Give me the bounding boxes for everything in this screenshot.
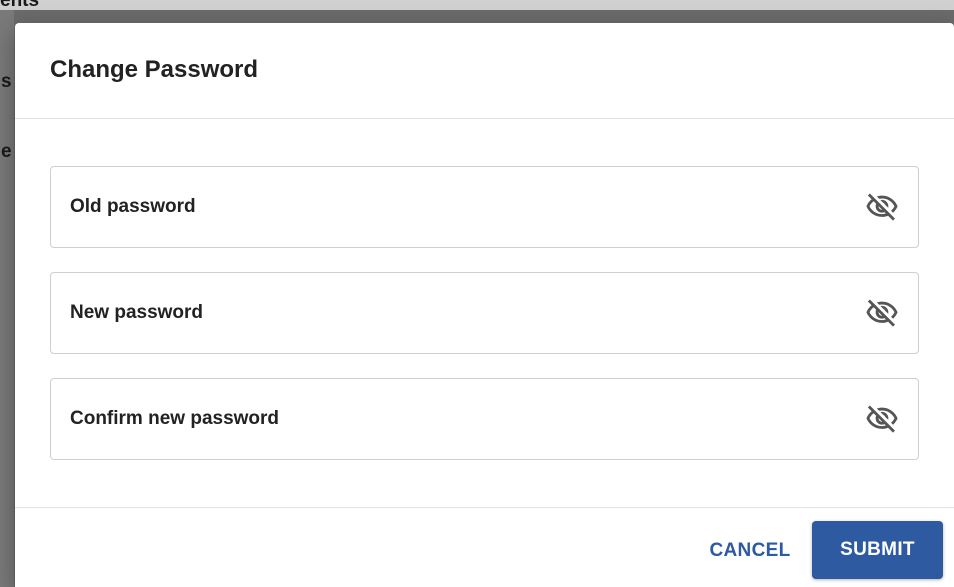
background-text-fragment: s: [1, 71, 12, 92]
eye-off-icon: [866, 299, 898, 327]
dialog-footer: CANCEL SUBMIT: [15, 507, 954, 587]
background-sidebar: [0, 10, 14, 587]
dialog-header: Change Password: [15, 23, 954, 119]
toggle-new-password-visibility-button[interactable]: [862, 293, 902, 333]
change-password-dialog: Change Password Old password New passwor…: [15, 23, 954, 587]
background-text-fragment: ents: [0, 0, 40, 11]
old-password-field[interactable]: Old password: [50, 166, 919, 248]
eye-off-icon: [866, 193, 898, 221]
new-password-field[interactable]: New password: [50, 272, 919, 354]
confirm-new-password-field[interactable]: Confirm new password: [50, 378, 919, 460]
new-password-label: New password: [70, 302, 204, 323]
background-header-strip: [0, 0, 954, 10]
old-password-label: Old password: [70, 196, 196, 217]
confirm-new-password-label: Confirm new password: [70, 408, 280, 429]
submit-button[interactable]: SUBMIT: [812, 521, 943, 579]
toggle-old-password-visibility-button[interactable]: [862, 187, 902, 227]
dialog-title: Change Password: [50, 55, 259, 83]
toggle-confirm-password-visibility-button[interactable]: [862, 399, 902, 439]
background-text-fragment: e: [1, 141, 12, 162]
eye-off-icon: [866, 405, 898, 433]
cancel-button[interactable]: CANCEL: [690, 522, 810, 580]
